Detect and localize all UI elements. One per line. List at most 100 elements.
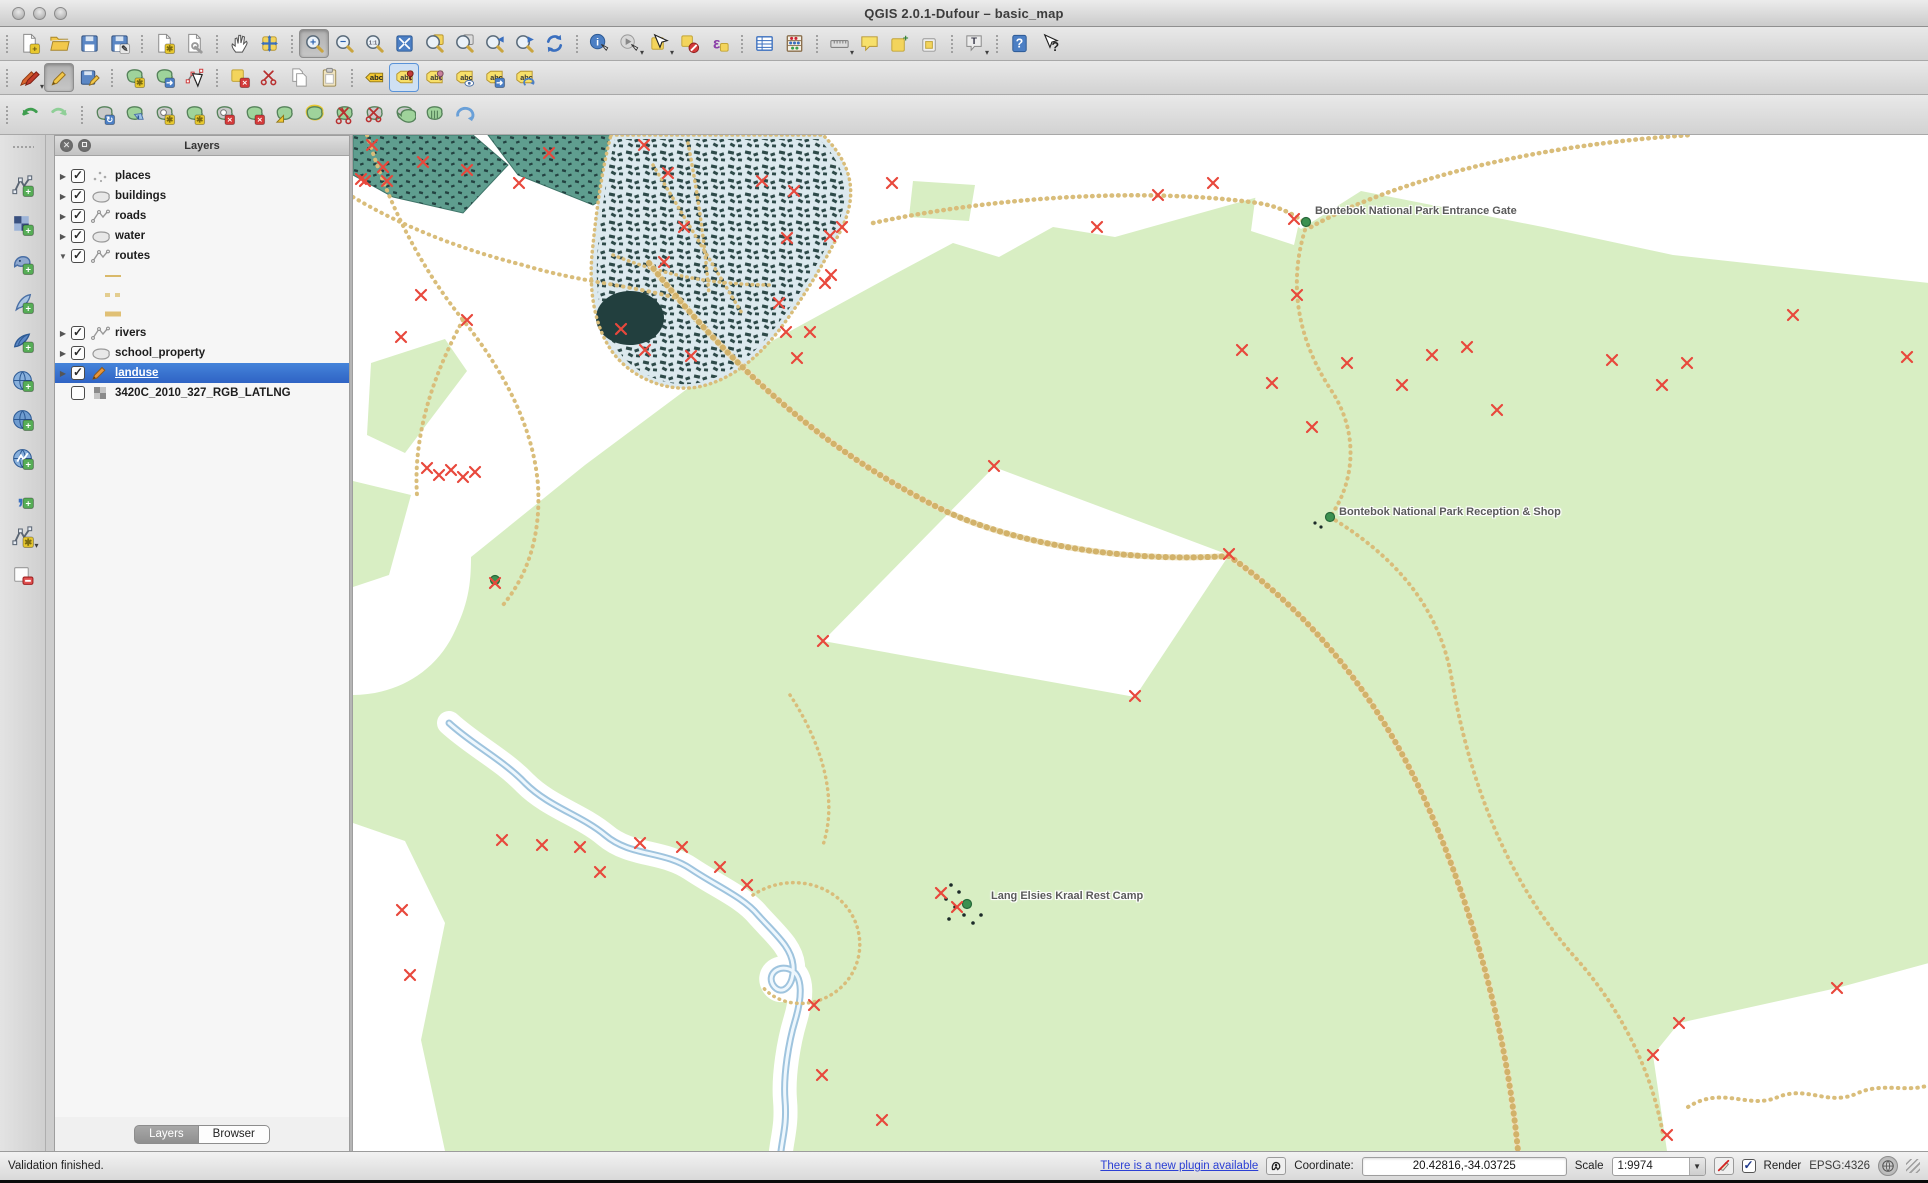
current-edits-button[interactable]: ▾ <box>14 63 44 92</box>
toolbar-grip[interactable] <box>950 33 955 54</box>
save-layer-edits-button[interactable] <box>74 63 104 92</box>
zoom-last-button[interactable]: ◀ <box>479 29 509 58</box>
dropdown-arrow-icon[interactable]: ▾ <box>985 48 989 57</box>
layer-item-routes[interactable]: ▼ ✓ routes <box>55 246 349 266</box>
pan-map-button[interactable] <box>224 29 254 58</box>
chevron-down-icon[interactable]: ▼ <box>1688 1157 1705 1175</box>
close-button[interactable] <box>12 7 25 20</box>
zoom-in-button[interactable]: + <box>299 29 329 58</box>
delete-selected-button[interactable]: × <box>224 63 254 92</box>
layer-symbol-row[interactable] <box>55 266 349 285</box>
layer-visibility-checkbox[interactable] <box>71 386 85 400</box>
layer-item-water[interactable]: ▶ ✓ water <box>55 226 349 246</box>
show-bookmarks-button[interactable] <box>914 29 944 58</box>
add-feature-button[interactable]: ✱ <box>119 63 149 92</box>
map-tips-button[interactable] <box>854 29 884 58</box>
toolbar-grip[interactable] <box>350 67 355 88</box>
add-delimited-text-layer-button[interactable]: , + <box>7 482 39 512</box>
resize-grip[interactable] <box>1906 1159 1920 1173</box>
add-wms-layer-button[interactable]: + <box>7 365 39 395</box>
map-canvas[interactable]: Bontebok National Park Entrance Gate Bont… <box>352 135 1928 1151</box>
add-ring-button[interactable]: ✱ <box>149 100 179 129</box>
refresh-map-button[interactable] <box>539 29 569 58</box>
new-print-composer-button[interactable]: ✱ <box>149 29 179 58</box>
expand-arrow-icon[interactable]: ▶ <box>55 329 71 338</box>
layer-visibility-checkbox[interactable]: ✓ <box>71 326 85 340</box>
zoom-full-button[interactable] <box>389 29 419 58</box>
select-by-expression-button[interactable]: ε <box>704 29 734 58</box>
save-project-as-button[interactable]: ✎ <box>104 29 134 58</box>
layer-symbol-row[interactable] <box>55 285 349 304</box>
new-project-button[interactable]: + <box>14 29 44 58</box>
undo-button[interactable] <box>14 100 44 129</box>
run-feature-action-button[interactable]: ▾ <box>614 29 644 58</box>
split-features-button[interactable] <box>329 100 359 129</box>
layer-item-rivers[interactable]: ▶ ✓ rivers <box>55 323 349 343</box>
panel-float-icon[interactable] <box>78 139 91 152</box>
save-project-button[interactable] <box>74 29 104 58</box>
expand-arrow-icon[interactable]: ▼ <box>55 252 71 261</box>
zoom-to-layer-button[interactable] <box>449 29 479 58</box>
select-features-button[interactable]: ▾ <box>644 29 674 58</box>
panel-close-icon[interactable]: ✕ <box>60 139 73 152</box>
add-vector-layer-button[interactable]: + <box>7 170 39 200</box>
add-wcs-layer-button[interactable]: + <box>7 404 39 434</box>
zoom-next-button[interactable]: ▶ <box>509 29 539 58</box>
whats-this-button[interactable]: ? <box>1034 29 1064 58</box>
merge-feature-attributes-button[interactable] <box>419 100 449 129</box>
rotate-feature-button[interactable]: ↻ <box>89 100 119 129</box>
simplify-feature-button[interactable] <box>119 100 149 129</box>
labeling-button[interactable]: abc <box>359 63 389 92</box>
toolbar-grip[interactable] <box>995 33 1000 54</box>
toolbar-grip[interactable] <box>815 33 820 54</box>
open-attribute-table-button[interactable] <box>749 29 779 58</box>
new-plugin-link[interactable]: There is a new plugin available <box>1100 1160 1258 1172</box>
plugin-icon[interactable] <box>1266 1157 1287 1175</box>
expand-arrow-icon[interactable]: ▶ <box>55 172 71 181</box>
toolbar-grip[interactable] <box>740 33 745 54</box>
merge-features-button[interactable] <box>389 100 419 129</box>
layer-visibility-checkbox[interactable]: ✓ <box>71 366 85 380</box>
new-shapefile-layer-button[interactable]: ✱ ▾ <box>7 521 39 551</box>
layer-visibility-checkbox[interactable]: ✓ <box>71 346 85 360</box>
split-parts-button[interactable] <box>359 100 389 129</box>
show-hide-labels-button[interactable]: abc <box>449 63 479 92</box>
toolbar-grip[interactable] <box>215 67 220 88</box>
rotate-label-button[interactable]: abc <box>509 63 539 92</box>
cut-features-button[interactable] <box>254 63 284 92</box>
expand-arrow-icon[interactable]: ▶ <box>55 349 71 358</box>
crs-projector-button[interactable] <box>1878 1156 1898 1176</box>
layer-visibility-checkbox[interactable]: ✓ <box>71 249 85 263</box>
dropdown-arrow-icon[interactable]: ▾ <box>34 541 38 550</box>
add-mssql-layer-button[interactable]: + <box>7 326 39 356</box>
zoom-out-button[interactable]: − <box>329 29 359 58</box>
expand-arrow-icon[interactable]: ▶ <box>55 369 71 378</box>
toolbar-grip[interactable] <box>5 33 10 54</box>
scale-combobox[interactable]: 1:9974 ▼ <box>1611 1156 1706 1176</box>
toggle-editing-button[interactable] <box>44 63 74 92</box>
expand-arrow-icon[interactable]: ▶ <box>55 192 71 201</box>
toolbar-grip[interactable] <box>80 104 85 125</box>
reshape-features-button[interactable] <box>269 100 299 129</box>
copy-features-button[interactable] <box>284 63 314 92</box>
toolbar-grip[interactable] <box>110 67 115 88</box>
layer-item-roads[interactable]: ▶ ✓ roads <box>55 206 349 226</box>
add-postgis-layer-button[interactable]: + <box>7 248 39 278</box>
toolbar-grip[interactable] <box>5 104 10 125</box>
layer-visibility-checkbox[interactable]: ✓ <box>71 229 85 243</box>
new-bookmark-button[interactable]: + <box>884 29 914 58</box>
remove-layer-group-button[interactable] <box>7 560 39 590</box>
rotate-point-symbols-button[interactable] <box>449 100 479 129</box>
add-wfs-layer-button[interactable]: + <box>7 443 39 473</box>
layer-item-places[interactable]: ▶ ✓ places <box>55 166 349 186</box>
toolbar-grip[interactable] <box>11 145 34 150</box>
identify-features-button[interactable]: i <box>584 29 614 58</box>
tab-browser[interactable]: Browser <box>198 1124 270 1144</box>
node-tool-button[interactable] <box>179 63 209 92</box>
layer-visibility-checkbox[interactable]: ✓ <box>71 209 85 223</box>
layer-item-3420C_2010_327_RGB_LATLNG[interactable]: 3420C_2010_327_RGB_LATLNG <box>55 383 349 403</box>
move-feature-button[interactable]: ➜ <box>149 63 179 92</box>
toolbar-grip[interactable] <box>215 33 220 54</box>
composer-manager-button[interactable] <box>179 29 209 58</box>
highlight-pinned-labels-button[interactable]: abc <box>389 63 419 92</box>
